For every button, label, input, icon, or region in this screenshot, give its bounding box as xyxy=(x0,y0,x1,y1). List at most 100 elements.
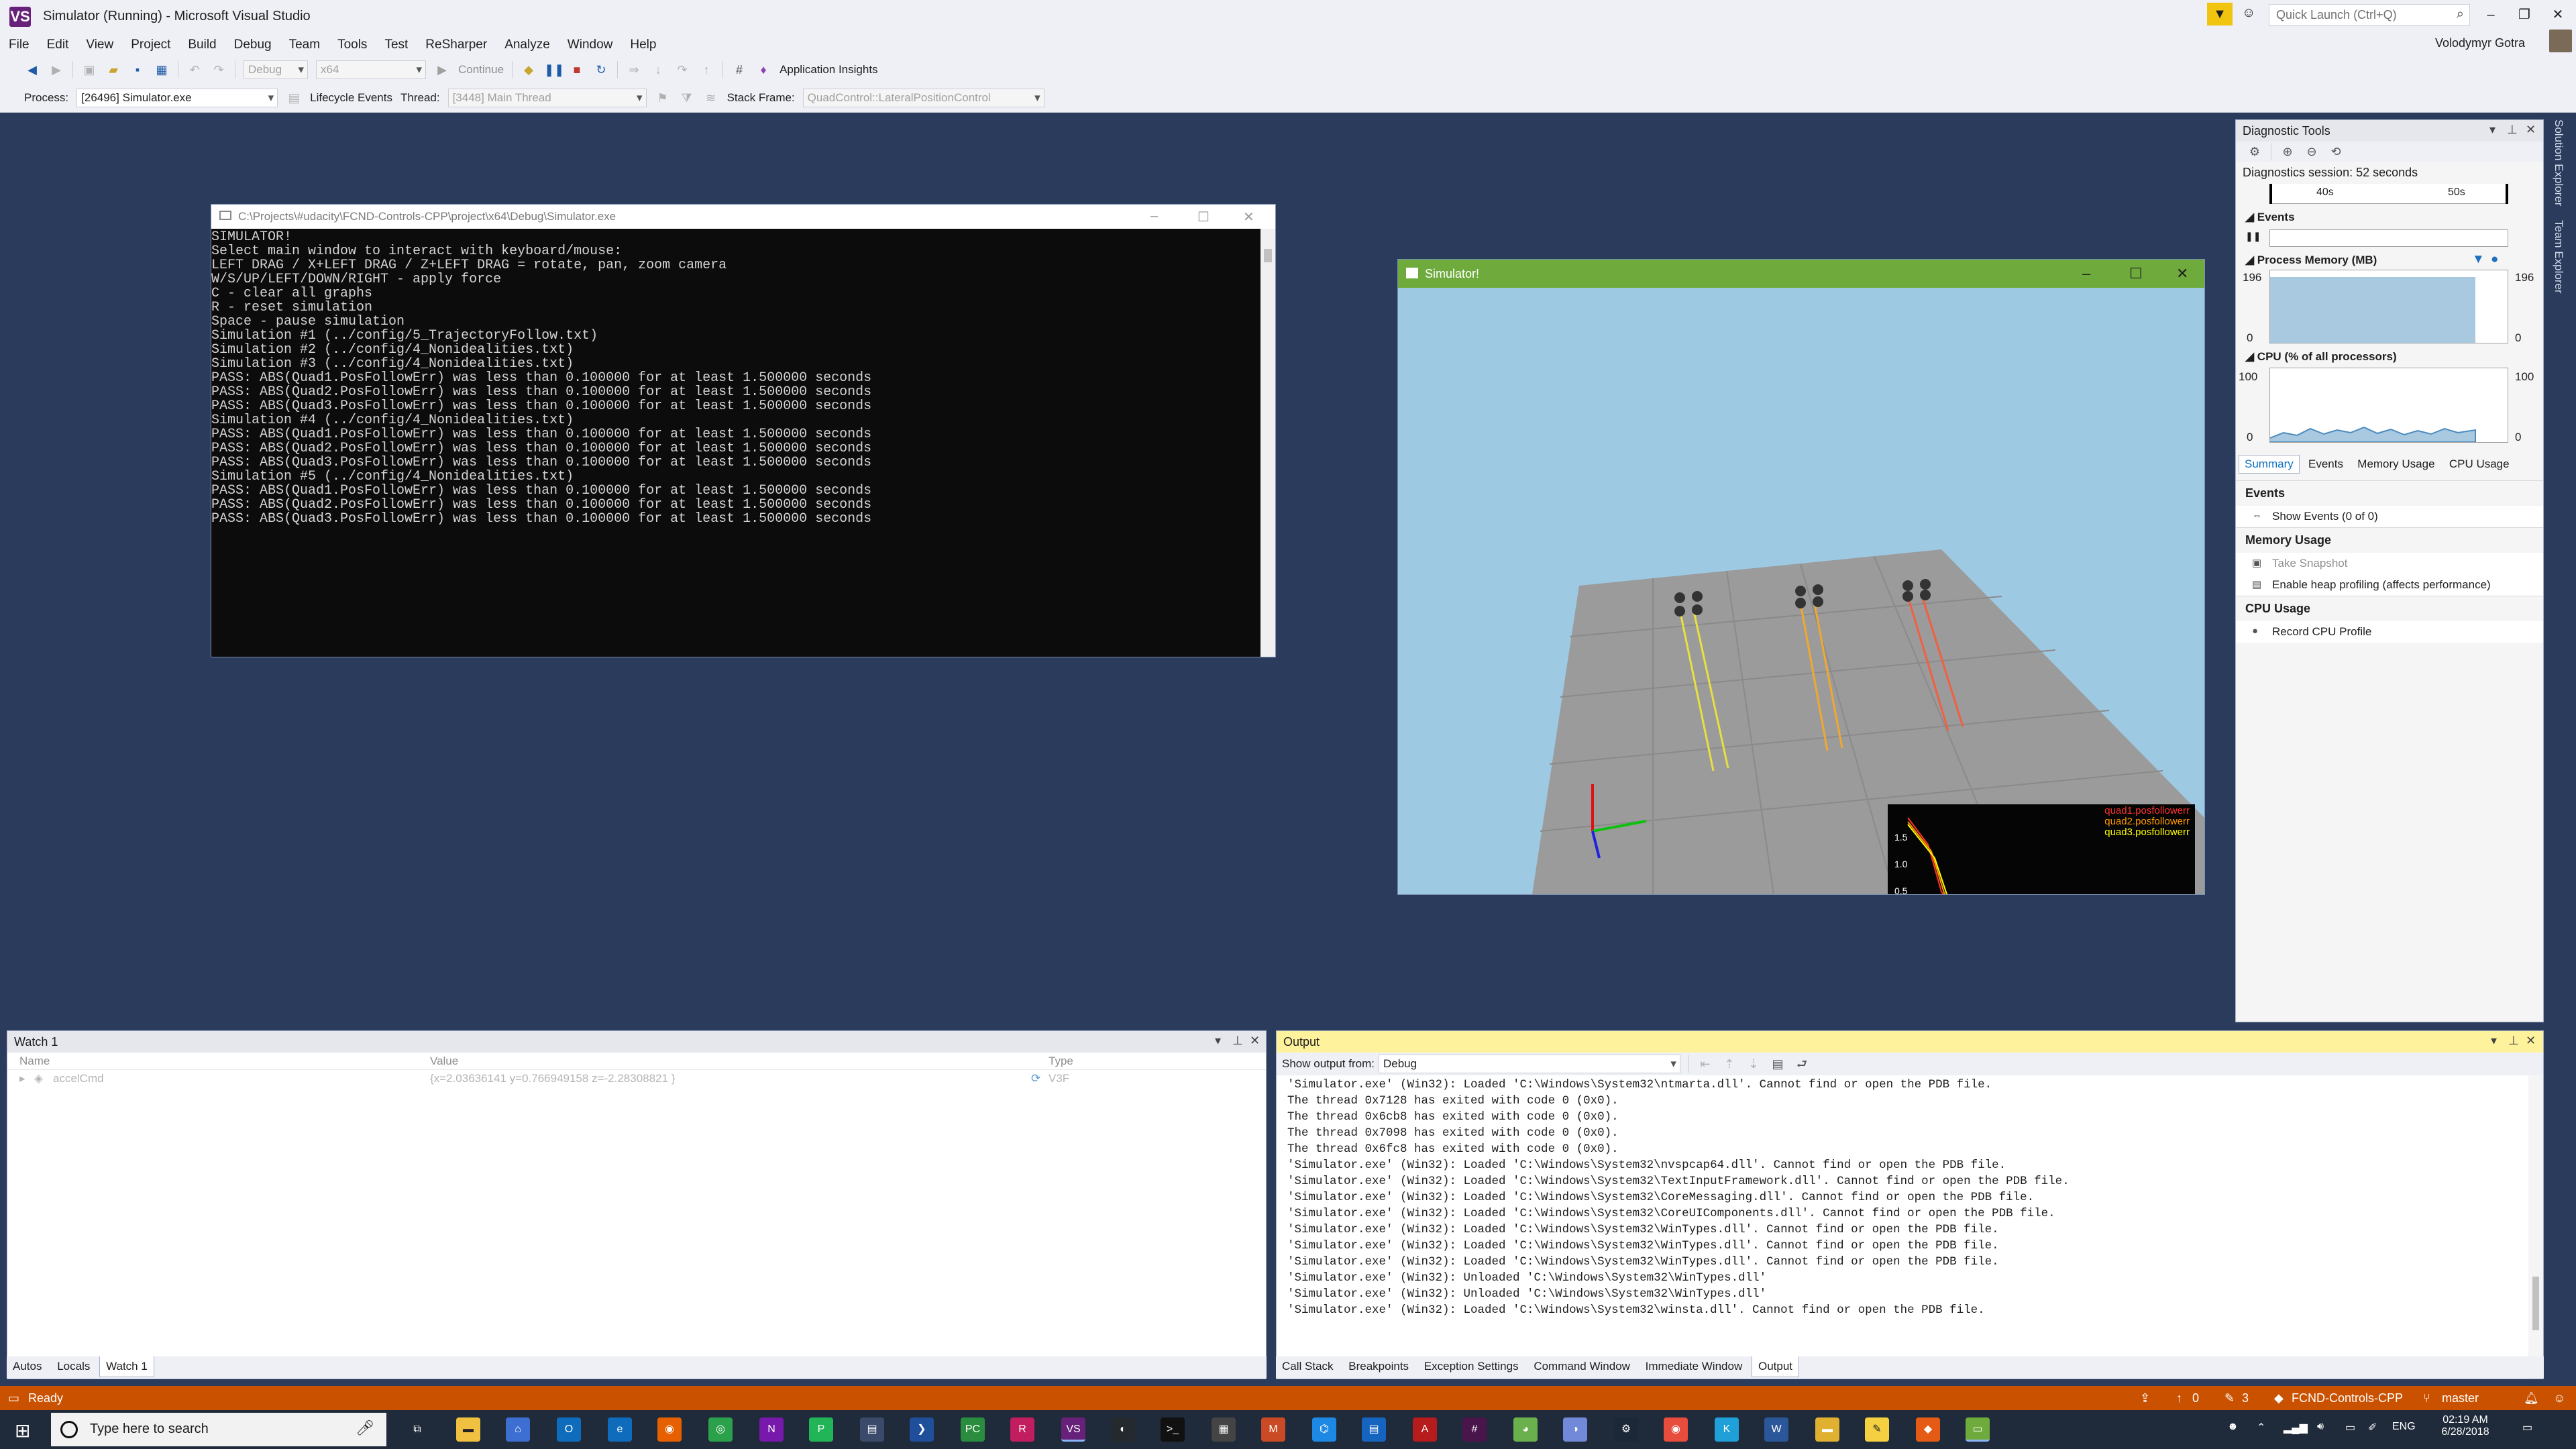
filter-threads-icon[interactable]: ⧩ xyxy=(678,89,696,107)
word-wrap-icon[interactable]: ⮐ xyxy=(1793,1055,1811,1073)
app-insights-icon[interactable]: ♦ xyxy=(755,61,772,78)
simulator-title-bar[interactable]: Simulator! – ☐ ✕ xyxy=(1398,260,2204,288)
tab-cpu-usage[interactable]: CPU Usage xyxy=(2444,455,2515,473)
find-message-icon[interactable]: ⇤ xyxy=(1697,1055,1714,1073)
calculator-icon[interactable]: ▦ xyxy=(1212,1417,1236,1442)
table-row[interactable]: ▸ ◈ accelCmd {x=2.03636141 y=0.766949158… xyxy=(7,1070,1266,1087)
snapshot-icon[interactable]: ◉ xyxy=(1664,1417,1688,1442)
tab-watch1[interactable]: Watch 1 xyxy=(99,1356,154,1377)
console-maximize-button[interactable]: ☐ xyxy=(1197,209,1210,225)
lifecycle-events-button[interactable]: Lifecycle Events xyxy=(310,91,392,105)
restart-icon[interactable]: ↻ xyxy=(592,61,610,78)
tab-output[interactable]: Output xyxy=(1751,1356,1800,1377)
simulator-window[interactable]: Simulator! – ☐ ✕ 1.5 1.0 0.5 quad1.posfo… xyxy=(1397,259,2205,895)
pen-icon[interactable]: ✐ xyxy=(2368,1421,2377,1434)
user-name[interactable]: Volodymyr Gotra xyxy=(2435,36,2525,50)
push-count[interactable]: 0 xyxy=(2192,1391,2199,1405)
timeline-ruler[interactable]: 40s 50s xyxy=(2269,184,2508,204)
step-into-icon[interactable]: ↓ xyxy=(649,61,667,78)
process-dropdown[interactable]: [26496] Simulator.exe xyxy=(76,88,278,107)
heap-profiling-toggle[interactable]: ▤ Enable heap profiling (affects performa… xyxy=(2236,574,2543,596)
open-folder-icon[interactable]: ▰ xyxy=(105,61,122,78)
pencil-icon[interactable]: ✎ xyxy=(2224,1391,2235,1405)
action-center-icon[interactable]: ▭ xyxy=(2522,1421,2532,1434)
pycharm-ce-icon[interactable]: PC xyxy=(961,1417,985,1442)
minimize-button[interactable]: – xyxy=(2475,4,2506,25)
col-value[interactable]: Value xyxy=(430,1055,458,1068)
onenote-icon[interactable]: N xyxy=(759,1417,784,1442)
battery-icon[interactable]: ▭ xyxy=(2345,1421,2355,1434)
tab-autos[interactable]: Autos xyxy=(7,1356,48,1377)
show-next-statement-icon[interactable]: ⇒ xyxy=(625,61,643,78)
console-title-bar[interactable]: C:\Projects\#udacity\FCND-Controls-CPP\p… xyxy=(211,205,1275,229)
visual-studio-icon[interactable]: VS xyxy=(1061,1417,1085,1442)
config-dropdown[interactable]: Debug xyxy=(244,60,308,79)
unity-icon[interactable]: ◆ xyxy=(1916,1417,1940,1442)
menu-build[interactable]: Build xyxy=(179,34,225,56)
console-window[interactable]: C:\Projects\#udacity\FCND-Controls-CPP\p… xyxy=(211,204,1276,657)
settings-icon[interactable]: ⚙ xyxy=(2246,143,2263,160)
taskbar-search-input[interactable]: Type here to search 🎤︎ xyxy=(51,1413,386,1446)
github-icon[interactable]: ◐ xyxy=(1111,1417,1135,1442)
platform-dropdown[interactable]: x64 xyxy=(316,60,426,79)
notification-bell-icon[interactable]: 🔔︎ xyxy=(2524,1391,2539,1405)
tab-call-stack[interactable]: Call Stack xyxy=(1276,1356,1340,1377)
simulator-minimize-button[interactable]: – xyxy=(2082,265,2090,282)
menu-file[interactable]: File xyxy=(0,34,38,56)
output-close-icon[interactable]: ✕ xyxy=(2526,1034,2536,1048)
menu-help[interactable]: Help xyxy=(621,34,665,56)
col-name[interactable]: Name xyxy=(19,1055,50,1068)
app-insights-button[interactable]: Application Insights xyxy=(780,63,877,76)
stop-icon[interactable]: ■ xyxy=(568,61,586,78)
menu-debug[interactable]: Debug xyxy=(225,34,280,56)
watch-pin-icon[interactable]: ⊥ xyxy=(1232,1034,1243,1048)
pycharm-icon[interactable]: P xyxy=(809,1417,833,1442)
android-icon[interactable]: ◕ xyxy=(1513,1417,1538,1442)
tab-command-window[interactable]: Command Window xyxy=(1527,1356,1636,1377)
simulator-maximize-button[interactable]: ☐ xyxy=(2129,265,2143,282)
pin-icon[interactable]: ⊥ xyxy=(2507,123,2518,137)
save-all-icon[interactable]: ▦ xyxy=(153,61,170,78)
watch-row-value[interactable]: {x=2.03636141 y=0.766949158 z=-2.2830882… xyxy=(430,1072,675,1085)
lifecycle-icon[interactable]: ▤ xyxy=(285,89,303,107)
edit-count[interactable]: 3 xyxy=(2242,1391,2249,1405)
powershell-icon[interactable]: ❯ xyxy=(910,1417,934,1442)
network-icon[interactable]: ▂▄▆ xyxy=(2284,1421,2308,1434)
output-header[interactable]: Output ▾ ⊥ ✕ xyxy=(1277,1031,2543,1053)
vscode-icon[interactable]: ⌬ xyxy=(1312,1417,1336,1442)
people-icon[interactable]: ☻ xyxy=(2227,1421,2239,1433)
events-track[interactable] xyxy=(2269,229,2508,247)
breakpoint-icon[interactable]: ◆ xyxy=(520,61,537,78)
reset-zoom-icon[interactable]: ⟲ xyxy=(2327,143,2345,160)
menu-resharper[interactable]: ReSharper xyxy=(417,34,496,56)
stack-frame-dropdown[interactable]: QuadControl::LateralPositionControl xyxy=(802,88,1044,107)
close-button[interactable]: ✕ xyxy=(2542,4,2573,25)
console-close-button[interactable]: ✕ xyxy=(1243,209,1254,225)
store-icon[interactable]: ⌂ xyxy=(506,1417,530,1442)
tab-locals[interactable]: Locals xyxy=(51,1356,96,1377)
notifications-filter-icon[interactable]: ▼ xyxy=(2207,3,2233,25)
hex-display-icon[interactable]: # xyxy=(731,61,748,78)
push-up-icon[interactable]: ↑ xyxy=(2176,1391,2182,1405)
diagnostic-tools-header[interactable]: Diagnostic Tools ▾ ⊥ ✕ xyxy=(2236,120,2543,142)
show-events-link[interactable]: ⇔ Show Events (0 of 0) xyxy=(2236,506,2543,527)
edge-icon[interactable]: e xyxy=(608,1417,632,1442)
back-icon[interactable]: ◀ xyxy=(23,61,41,78)
menu-edit[interactable]: Edit xyxy=(38,34,78,56)
avatar[interactable] xyxy=(2549,30,2572,52)
feedback-icon[interactable]: ☺ xyxy=(2242,5,2255,21)
sticky-notes-icon[interactable]: ✎ xyxy=(1865,1417,1889,1442)
acrobat-icon[interactable]: A xyxy=(1413,1417,1437,1442)
console-minimize-button[interactable]: – xyxy=(1150,209,1158,224)
tab-events[interactable]: Events xyxy=(2303,455,2349,473)
feedback-smiley-icon[interactable]: ☺ xyxy=(2553,1391,2565,1405)
new-project-icon[interactable]: ▣ xyxy=(80,61,98,78)
output-source-dropdown[interactable]: Debug xyxy=(1378,1055,1680,1073)
pause-icon[interactable]: ❚❚ xyxy=(544,61,564,78)
rider-icon[interactable]: R xyxy=(1010,1417,1034,1442)
forward-icon[interactable]: ▶ xyxy=(48,61,65,78)
restore-button[interactable]: ❐ xyxy=(2509,4,2540,25)
menu-test[interactable]: Test xyxy=(376,34,417,56)
tab-immediate-window[interactable]: Immediate Window xyxy=(1640,1356,1749,1377)
steam-icon[interactable]: ⚙ xyxy=(1614,1417,1638,1442)
